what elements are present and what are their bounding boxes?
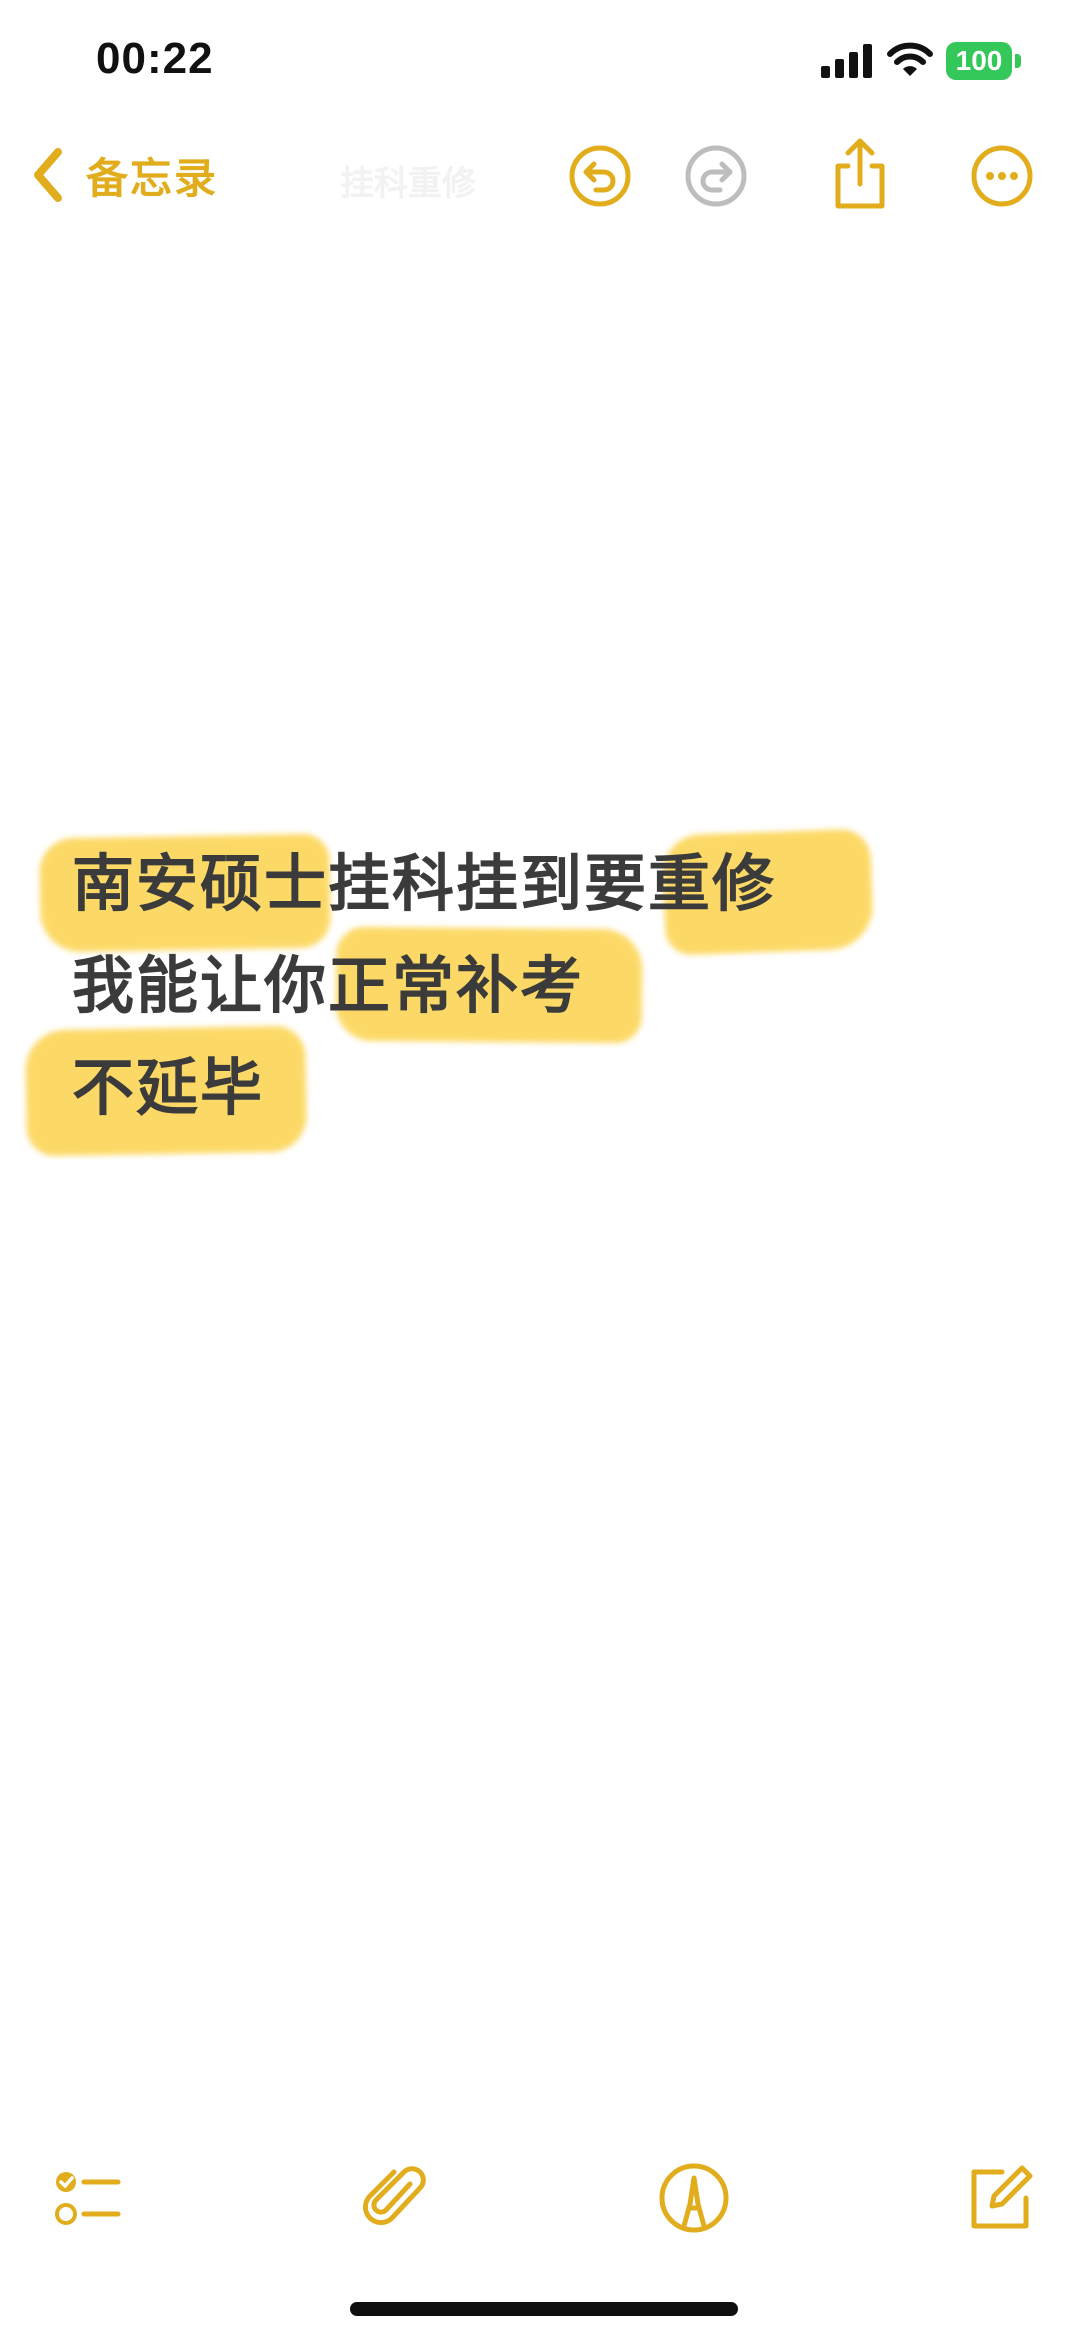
note-line: 不延毕 (72, 1051, 265, 1124)
back-button[interactable]: 备忘录 (28, 140, 218, 210)
status-time: 00:22 (96, 34, 214, 83)
markup-button[interactable] (656, 2160, 732, 2236)
nav-title: 挂科重修 (340, 164, 476, 204)
checklist-button[interactable] (52, 2160, 128, 2236)
signal-icon (821, 44, 873, 78)
undo-icon (569, 145, 631, 207)
status-bar: 00:22 100 (0, 0, 1080, 120)
attach-button[interactable] (358, 2160, 434, 2236)
paperclip-icon (362, 2166, 426, 2226)
battery-icon: 100 (946, 42, 1022, 80)
redo-button[interactable] (684, 144, 748, 208)
more-button[interactable] (970, 144, 1034, 208)
back-label: 备忘录 (86, 153, 219, 203)
battery-cap (1015, 54, 1021, 68)
share-icon (835, 138, 885, 209)
markup-icon (659, 2163, 729, 2233)
share-button[interactable] (828, 138, 892, 210)
checklist-icon (55, 2172, 121, 2225)
note-line: 南安硕士挂科挂到要重修 (72, 847, 777, 920)
more-icon (971, 145, 1033, 207)
chevron-left-icon (34, 148, 62, 202)
redo-icon (685, 145, 747, 207)
compose-icon (971, 2165, 1033, 2229)
note-line: 我能让你正常补考 (72, 949, 585, 1022)
battery-level: 100 (955, 45, 1003, 76)
home-indicator[interactable] (350, 2302, 738, 2316)
compose-button[interactable] (962, 2160, 1038, 2236)
undo-button[interactable] (568, 144, 632, 208)
wifi-icon (886, 40, 934, 78)
note-body[interactable]: 南安硕士挂科挂到要重修 我能让你正常补考 不延毕 (0, 820, 1080, 1200)
